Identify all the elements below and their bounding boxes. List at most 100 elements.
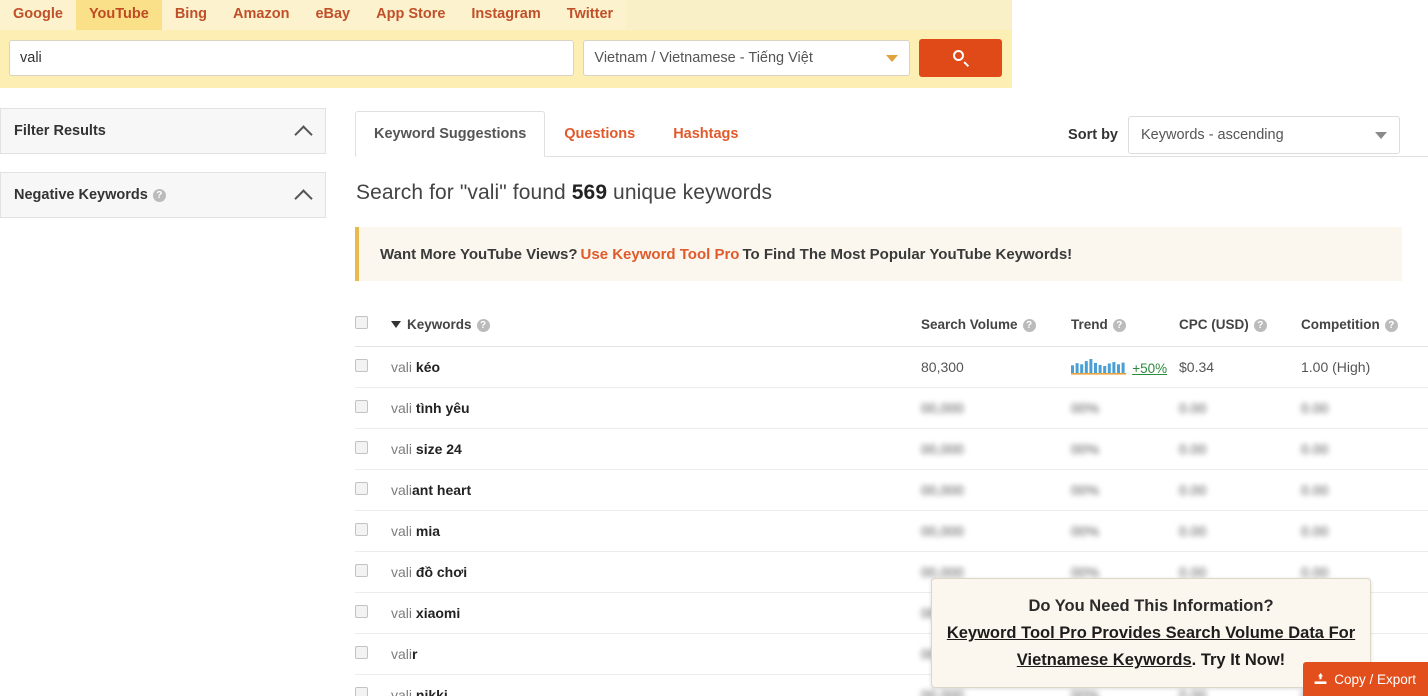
platform-tab-twitter[interactable]: Twitter [553, 0, 627, 30]
help-icon[interactable]: ? [1112, 318, 1126, 332]
tab-keyword-suggestions[interactable]: Keyword Suggestions [355, 111, 546, 157]
trend-cell: 00% [1071, 469, 1179, 511]
keyword-cell: vali kéo [391, 346, 921, 388]
select-all-checkbox[interactable] [355, 316, 368, 329]
sidebar-item-filter-results[interactable]: Filter Results [0, 108, 326, 154]
help-icon[interactable]: ? [476, 318, 490, 332]
sidebar-item-negative-keywords[interactable]: Negative Keywords ? [0, 172, 326, 218]
search-volume-cell: 00,000 [921, 469, 1071, 511]
row-checkbox[interactable] [355, 482, 368, 495]
row-checkbox-cell [355, 674, 391, 696]
select-all-header [355, 308, 391, 347]
help-icon[interactable]: ? [152, 188, 166, 202]
search-row: Vietnam / Vietnamese - Tiếng Việt [0, 30, 1012, 88]
column-header-trend[interactable]: Trend? [1071, 308, 1179, 347]
keyword-base: vali [391, 687, 416, 696]
column-label: Trend [1071, 316, 1108, 332]
result-summary-suffix: unique keywords [607, 181, 773, 204]
copy-export-button[interactable]: Copy / Export [1303, 662, 1428, 696]
upsell-popup-link[interactable]: Keyword Tool Pro Provides Search Volume … [947, 624, 1355, 669]
column-header-competition[interactable]: Competition? [1301, 308, 1428, 347]
help-icon[interactable]: ? [1022, 318, 1036, 332]
column-header-keywords[interactable]: Keywords? [391, 308, 921, 347]
competition-cell: 0.00 [1301, 510, 1428, 552]
column-label: Keywords [407, 316, 472, 332]
keyword-suffix: tình yêu [415, 400, 470, 416]
keyword-base: vali [391, 605, 416, 621]
table-row[interactable]: valiant heart 00,000 00% 0.00 0.00 [355, 469, 1428, 511]
tab-questions[interactable]: Questions [545, 111, 654, 157]
row-checkbox[interactable] [355, 441, 368, 454]
row-checkbox-cell [355, 469, 391, 511]
column-header-search-volume[interactable]: Search Volume? [921, 308, 1071, 347]
row-checkbox-cell [355, 428, 391, 470]
language-select[interactable]: Vietnam / Vietnamese - Tiếng Việt [583, 40, 911, 76]
keyword-cell: vali đồ chơi [391, 551, 921, 593]
upsell-popup-title: Do You Need This Information? [1028, 597, 1274, 615]
keyword-cell: vali mia [391, 510, 921, 552]
search-volume-cell: 00,000 [921, 510, 1071, 552]
trend-cell: 00% [1071, 510, 1179, 552]
promo-text-before: Want More YouTube Views? [380, 245, 578, 263]
platform-tab-app-store[interactable]: App Store [363, 0, 459, 30]
sort-by-value: Keywords - ascending [1141, 127, 1284, 143]
tab-hashtags[interactable]: Hashtags [654, 111, 757, 157]
chevron-up-icon[interactable] [294, 189, 313, 208]
promo-link[interactable]: Use Keyword Tool Pro [581, 246, 740, 263]
platform-tab-ebay[interactable]: eBay [302, 0, 364, 30]
search-button[interactable] [919, 39, 1002, 77]
keyword-cell: vali size 24 [391, 428, 921, 470]
page-root: Google YouTube Bing Amazon eBay App Store Inst… [0, 0, 1428, 696]
trend-cell: 00% [1071, 428, 1179, 470]
row-checkbox[interactable] [355, 646, 368, 659]
keyword-base: vali [391, 646, 413, 662]
keyword-suffix: kéo [415, 359, 441, 375]
cpc-cell: 0.00 [1179, 428, 1301, 470]
keyword-suffix: r [412, 646, 418, 662]
row-checkbox[interactable] [355, 400, 368, 413]
trend-percent[interactable]: +50% [1132, 361, 1167, 376]
row-checkbox-cell [355, 633, 391, 675]
keyword-base: vali [391, 523, 416, 539]
chevron-up-icon[interactable] [294, 125, 313, 144]
sort-by-select[interactable]: Keywords - ascending [1128, 116, 1400, 154]
result-summary-prefix: Search for "vali" found [356, 181, 572, 204]
table-header-row: Keywords? Search Volume? Trend? CPC (USD… [355, 308, 1428, 347]
search-panel: Google YouTube Bing Amazon eBay App Store Inst… [0, 0, 1012, 88]
row-checkbox[interactable] [355, 523, 368, 536]
table-row[interactable]: vali size 24 00,000 00% 0.00 0.00 [355, 428, 1428, 470]
table-row[interactable]: vali tình yêu 00,000 00% 0.00 0.00 [355, 387, 1428, 429]
cpc-cell: $0.34 [1179, 346, 1301, 388]
cpc-cell: 0.00 [1179, 387, 1301, 429]
platform-tab-list: Google YouTube Bing Amazon eBay App Store Inst… [0, 0, 1012, 30]
upsell-popup-tail: . Try It Now! [1191, 651, 1286, 669]
platform-tab-amazon[interactable]: Amazon [220, 0, 303, 30]
keyword-suffix: ant heart [412, 482, 472, 498]
keyword-cell: valir [391, 633, 921, 675]
platform-tab-bing[interactable]: Bing [161, 0, 221, 30]
keyword-cell: vali tình yêu [391, 387, 921, 429]
keyword-base: vali [391, 441, 416, 457]
chevron-down-icon [1375, 132, 1387, 139]
row-checkbox[interactable] [355, 564, 368, 577]
row-checkbox[interactable] [355, 687, 368, 696]
promo-banner: Want More YouTube Views? Use Keyword Too… [355, 227, 1402, 281]
sort-by-control: Sort by Keywords - ascending [1068, 116, 1400, 154]
competition-cell: 1.00 (High) [1301, 346, 1428, 388]
row-checkbox[interactable] [355, 605, 368, 618]
result-count: 569 [571, 181, 608, 204]
platform-tab-youtube[interactable]: YouTube [75, 0, 162, 30]
platform-tab-instagram[interactable]: Instagram [458, 0, 554, 30]
trend-cell: 00% [1071, 387, 1179, 429]
search-input[interactable] [9, 40, 575, 76]
column-header-cpc[interactable]: CPC (USD)? [1179, 308, 1301, 347]
table-row[interactable]: vali kéo 80,300 +50% $0.34 1.00 (High) [355, 346, 1428, 388]
promo-text-after: To Find The Most Popular YouTube Keyword… [742, 245, 1073, 263]
row-checkbox[interactable] [355, 359, 368, 372]
help-icon[interactable]: ? [1253, 318, 1267, 332]
tab-bar: Keyword Suggestions Questions Hashtags Sor… [355, 108, 1428, 157]
keyword-suffix: xiaomi [415, 605, 461, 621]
help-icon[interactable]: ? [1384, 318, 1398, 332]
table-row[interactable]: vali mia 00,000 00% 0.00 0.00 [355, 510, 1428, 552]
platform-tab-google[interactable]: Google [0, 0, 76, 30]
